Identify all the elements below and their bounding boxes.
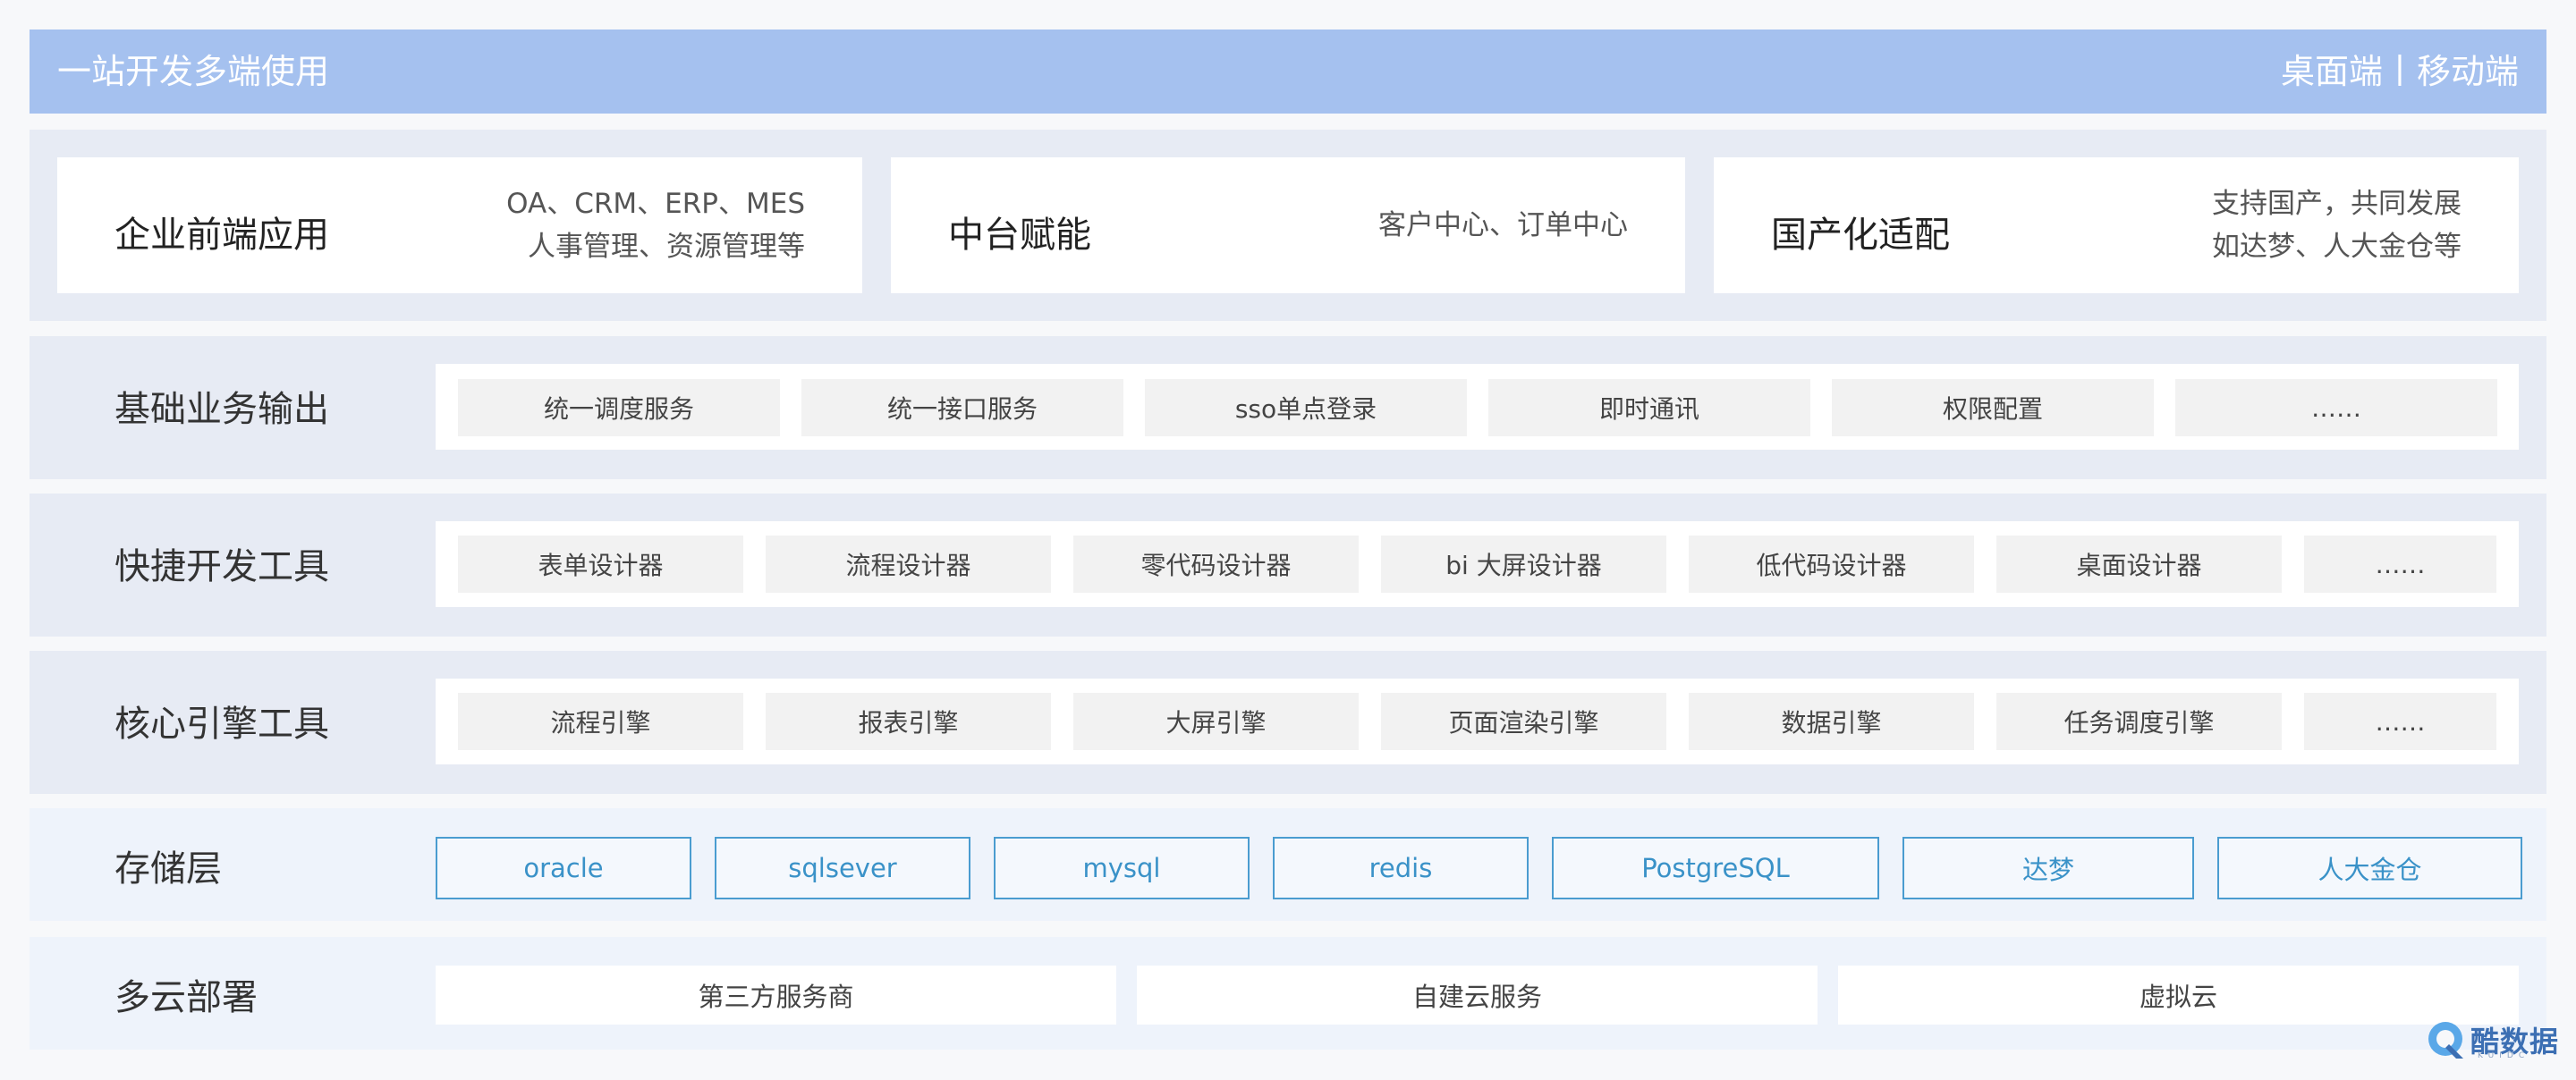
layer-label: 核心引擎工具 bbox=[114, 704, 329, 745]
storage-item-redis: redis bbox=[1273, 837, 1529, 899]
header-banner bbox=[30, 30, 2546, 114]
engine-item: 页面渲染引擎 bbox=[1381, 693, 1666, 750]
layer-label: 基础业务输出 bbox=[114, 389, 329, 430]
card-desc-line: OA、CRM、ERP、MES bbox=[506, 188, 805, 220]
engine-item: 流程引擎 bbox=[458, 693, 743, 750]
card-desc-line: 客户中心、订单中心 bbox=[1378, 209, 1628, 241]
cloud-item: 自建云服务 bbox=[1137, 966, 1818, 1025]
tool-item: 桌面设计器 bbox=[1996, 536, 2282, 593]
service-item: 权限配置 bbox=[1832, 379, 2154, 436]
engine-item: 任务调度引擎 bbox=[1996, 693, 2282, 750]
card-title: 企业前端应用 bbox=[114, 215, 329, 256]
tool-item: 表单设计器 bbox=[458, 536, 743, 593]
engine-item: 数据引擎 bbox=[1689, 693, 1974, 750]
card-enterprise-frontend: 企业前端应用 OA、CRM、ERP、MES 人事管理、资源管理等 bbox=[57, 157, 862, 293]
card-desc-line: 如达梦、人大金仓等 bbox=[2212, 231, 2462, 263]
engines-box: 流程引擎 报表引擎 大屏引擎 页面渲染引擎 数据引擎 任务调度引擎 …… bbox=[436, 679, 2519, 764]
logo-subtext: KUIDC bbox=[2478, 1051, 2530, 1060]
tool-item: 低代码设计器 bbox=[1689, 536, 1974, 593]
card-localization: 国产化适配 支持国产，共同发展 如达梦、人大金仓等 bbox=[1714, 157, 2519, 293]
storage-item-kingbase: 人大金仓 bbox=[2217, 837, 2522, 899]
storage-item-postgresql: PostgreSQL bbox=[1552, 837, 1879, 899]
card-description: OA、CRM、ERP、MES 人事管理、资源管理等 bbox=[506, 182, 805, 268]
storage-item-mysql: mysql bbox=[994, 837, 1250, 899]
service-item: 统一接口服务 bbox=[801, 379, 1123, 436]
engine-item: 大屏引擎 bbox=[1073, 693, 1359, 750]
header-title: 一站开发多端使用 bbox=[57, 52, 330, 91]
storage-item-oracle: oracle bbox=[436, 837, 691, 899]
layer-label: 存储层 bbox=[114, 848, 222, 890]
tool-item: 流程设计器 bbox=[766, 536, 1051, 593]
layer-label: 快捷开发工具 bbox=[114, 546, 329, 587]
engine-item-more: …… bbox=[2304, 693, 2496, 750]
tool-item-more: …… bbox=[2304, 536, 2496, 593]
business-output-box: 统一调度服务 统一接口服务 sso单点登录 即时通讯 权限配置 …… bbox=[436, 364, 2519, 450]
card-desc-line: 人事管理、资源管理等 bbox=[528, 231, 805, 263]
tool-item: 零代码设计器 bbox=[1073, 536, 1359, 593]
tool-item: bi 大屏设计器 bbox=[1381, 536, 1666, 593]
card-title: 国产化适配 bbox=[1771, 215, 1950, 256]
card-description: 支持国产，共同发展 如达梦、人大金仓等 bbox=[2212, 182, 2462, 268]
header-platforms: 桌面端丨移动端 bbox=[2280, 52, 2519, 91]
brand-logo: 酷数据 KUIDC bbox=[2426, 1017, 2560, 1064]
card-middle-platform: 中台赋能 客户中心、订单中心 bbox=[891, 157, 1685, 293]
cloud-item: 第三方服务商 bbox=[436, 966, 1116, 1025]
card-desc-line: 支持国产，共同发展 bbox=[2212, 188, 2462, 220]
dev-tools-box: 表单设计器 流程设计器 零代码设计器 bi 大屏设计器 低代码设计器 桌面设计器… bbox=[436, 521, 2519, 607]
engine-item: 报表引擎 bbox=[766, 693, 1051, 750]
service-item-more: …… bbox=[2175, 379, 2497, 436]
service-item: 统一调度服务 bbox=[458, 379, 780, 436]
storage-item-dameng: 达梦 bbox=[1902, 837, 2194, 899]
service-item: 即时通讯 bbox=[1488, 379, 1810, 436]
card-title: 中台赋能 bbox=[948, 215, 1091, 256]
card-description: 客户中心、订单中心 bbox=[1378, 204, 1628, 247]
storage-item-sqlserver: sqlsever bbox=[715, 837, 970, 899]
logo-icon bbox=[2428, 1022, 2463, 1059]
service-item: sso单点登录 bbox=[1145, 379, 1467, 436]
layer-label: 多云部署 bbox=[114, 977, 258, 1018]
cloud-item: 虚拟云 bbox=[1838, 966, 2519, 1025]
